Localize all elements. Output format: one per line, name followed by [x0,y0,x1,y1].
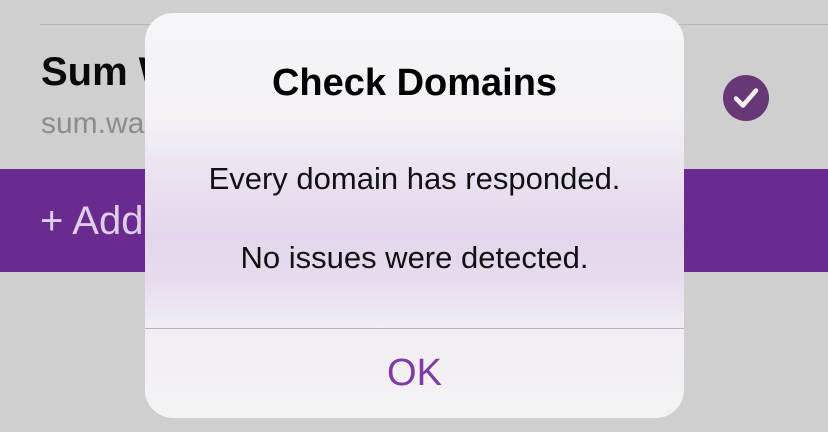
ok-button[interactable]: OK [145,329,684,418]
alert-message-line-1: Every domain has responded. [208,161,621,196]
add-domain-label: + Add [40,199,144,243]
domain-row-subtitle: sum.wa [41,107,145,140]
alert-title: Check Domains [271,62,558,104]
check-domains-alert: Check Domains Every domain has responded… [145,13,684,418]
checkmark-circle-icon [723,75,769,121]
alert-message-line-2: No issues were detected. [240,240,589,275]
